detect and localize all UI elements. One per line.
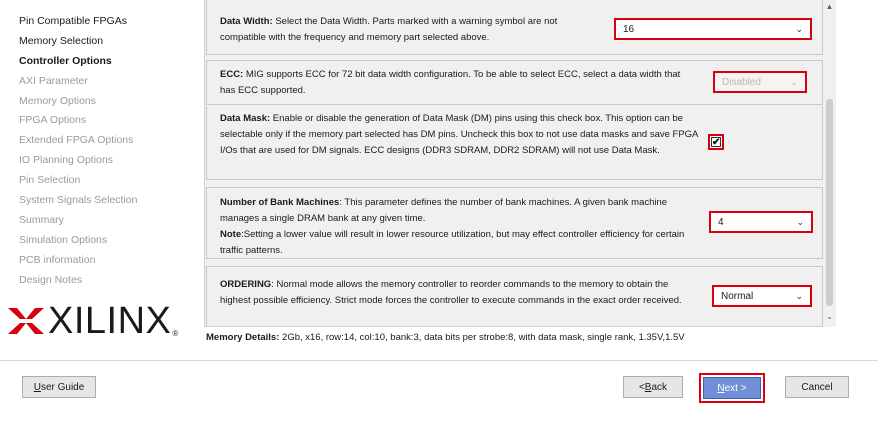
back-button[interactable]: < Back — [623, 376, 683, 398]
nav-item-pin-compatible-fpgas[interactable]: Pin Compatible FPGAs — [19, 12, 137, 32]
data-width-value: 16 — [623, 23, 635, 35]
memory-details-value: 2Gb, x16, row:14, col:10, bank:3, data b… — [279, 332, 685, 343]
ordering-section: ORDERING: Normal mode allows the memory … — [206, 266, 823, 326]
nav-item-io-planning-options: IO Planning Options — [19, 154, 113, 167]
logo-registered-mark: ® — [172, 329, 179, 338]
nav-item-axi-parameter: AXI Parameter — [19, 74, 88, 87]
back-mnemonic: B — [644, 381, 652, 393]
ordering-text: : Normal mode allows the memory controll… — [220, 279, 682, 306]
ordering-select[interactable]: Normal ⌄ — [712, 285, 812, 307]
scroll-down-icon[interactable]: ⌄ — [825, 312, 834, 321]
bank-machines-note-title: Note — [220, 229, 242, 240]
footer-divider — [0, 360, 878, 361]
logo-wordmark: XILINX — [48, 300, 172, 342]
nav-item-controller-options[interactable]: Controller Options — [19, 52, 137, 72]
chevron-down-icon: ⌄ — [790, 77, 798, 87]
bank-machines-description: Number of Bank Machines: This parameter … — [220, 195, 700, 259]
nav-item-pin-selection: Pin Selection — [19, 174, 81, 187]
data-mask-section: Data Mask: Enable or disable the generat… — [206, 106, 823, 180]
bank-machines-value: 4 — [718, 216, 724, 228]
data-mask-text: Enable or disable the generation of Data… — [220, 113, 698, 156]
data-width-title: Data Width: — [220, 16, 273, 27]
memory-details-label: Memory Details: — [206, 332, 280, 343]
user-guide-label: ser Guide — [40, 381, 85, 393]
bank-machines-note-text: :Setting a lower value will result in lo… — [220, 229, 685, 256]
nav-item-extended-fpga-options: Extended FPGA Options — [19, 134, 134, 147]
panel-scrollbar[interactable]: ▲ ⌄ — [823, 0, 836, 327]
nav-item-fpga-options: FPGA Options — [19, 114, 87, 127]
nav-item-memory-selection[interactable]: Memory Selection — [19, 32, 137, 52]
data-mask-title: Data Mask: — [220, 113, 271, 124]
ecc-text: MIG supports ECC for 72 bit data width c… — [220, 69, 681, 96]
nav-item-system-signals-selection: System Signals Selection — [19, 194, 138, 207]
ecc-title: ECC: — [220, 69, 244, 80]
data-width-select[interactable]: 16 ⌄ — [614, 18, 812, 40]
data-mask-description: Data Mask: Enable or disable the generat… — [220, 111, 700, 159]
next-button[interactable]: Next > — [703, 377, 761, 399]
nav-item-simulation-options: Simulation Options — [19, 233, 108, 246]
xilinx-logo: XILINX ® — [8, 302, 178, 340]
nav-item-summary: Summary — [19, 213, 64, 226]
data-mask-checkbox[interactable]: ✔ — [711, 137, 721, 148]
nav-list: Pin Compatible FPGAs Memory Selection Co… — [19, 12, 137, 290]
user-guide-mnemonic: U — [33, 381, 41, 393]
nav-item-pcb-information: PCB information — [19, 253, 96, 266]
scroll-up-icon[interactable]: ▲ — [825, 2, 834, 11]
memory-details: Memory Details: 2Gb, x16, row:14, col:10… — [206, 332, 685, 343]
ecc-description: ECC: MIG supports ECC for 72 bit data wi… — [220, 67, 698, 99]
ecc-select: Disabled ⌄ — [713, 71, 807, 93]
nav-item-memory-options: Memory Options — [19, 94, 97, 107]
ordering-title: ORDERING — [220, 279, 272, 290]
chevron-down-icon: ⌄ — [796, 217, 804, 227]
ordering-value: Normal — [721, 290, 754, 302]
next-label: ext > — [724, 382, 747, 394]
next-mnemonic: N — [717, 382, 725, 394]
back-label: ack — [651, 381, 668, 393]
data-mask-checkbox-highlight: ✔ — [708, 134, 724, 150]
chevron-down-icon: ⌄ — [795, 24, 803, 34]
ecc-value: Disabled — [722, 76, 761, 88]
bank-machines-section: Number of Bank Machines: This parameter … — [206, 187, 823, 259]
ordering-description: ORDERING: Normal mode allows the memory … — [220, 277, 700, 309]
data-width-description: Data Width: Select the Data Width. Parts… — [220, 14, 600, 46]
controller-options-panel: Data Width: Select the Data Width. Parts… — [204, 0, 836, 327]
ecc-section: ECC: MIG supports ECC for 72 bit data wi… — [206, 60, 823, 105]
bank-machines-select[interactable]: 4 ⌄ — [709, 211, 813, 233]
chevron-down-icon: ⌄ — [795, 291, 803, 301]
bank-machines-title: Number of Bank Machines — [220, 197, 340, 208]
nav-item-design-notes: Design Notes — [19, 273, 83, 286]
cancel-button[interactable]: Cancel — [785, 376, 849, 398]
data-width-section: Data Width: Select the Data Width. Parts… — [206, 0, 823, 55]
wizard-nav: Pin Compatible FPGAs Memory Selection Co… — [0, 0, 200, 360]
scrollbar-thumb[interactable] — [826, 99, 833, 306]
user-guide-button[interactable]: User Guide — [22, 376, 96, 398]
xilinx-emblem-icon — [8, 308, 44, 334]
